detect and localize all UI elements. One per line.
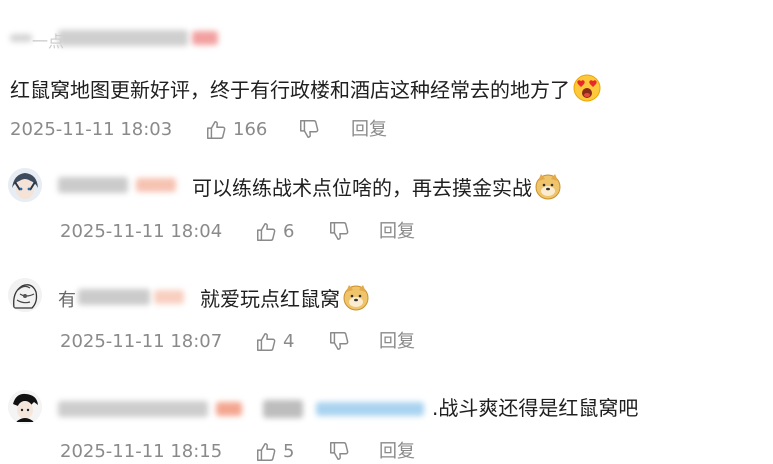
doge-emoji-icon: [342, 283, 370, 318]
thumbs-down-icon: [328, 330, 350, 352]
reply-like-button[interactable]: 6: [255, 220, 294, 244]
reply-body: 可以练练战术点位啥的，再去摸金实战: [192, 172, 562, 207]
thumbs-up-icon: [255, 221, 277, 243]
main-comment-text: 红鼠窝地图更新好评，终于有行政楼和酒店这种经常去的地方了: [10, 78, 570, 102]
reply-body: 就爱玩点红鼠窝: [200, 283, 370, 318]
reply-time: 2025-11-11 18:04: [60, 221, 223, 242]
reply-like-button[interactable]: 5: [255, 440, 294, 464]
reply-dislike-button[interactable]: [328, 220, 350, 242]
main-like-count: 166: [233, 119, 268, 140]
reply-text: 可以练练战术点位啥的，再去摸金实战: [192, 176, 532, 200]
reply-like-count: 4: [283, 331, 295, 352]
avatar[interactable]: [8, 278, 42, 312]
reply-dislike-button[interactable]: [328, 330, 350, 352]
reply-username-prefix: 有: [58, 290, 76, 311]
reply-username[interactable]: [58, 398, 433, 420]
reply-reply-button[interactable]: 回复: [379, 330, 415, 354]
reply-username[interactable]: 有: [58, 286, 188, 311]
thumbs-down-icon: [328, 220, 350, 242]
main-like-button[interactable]: 166: [205, 118, 267, 142]
reply-time: 2025-11-11 18:07: [60, 331, 223, 352]
reply-like-count: 6: [283, 221, 295, 242]
main-comment-meta: 2025-11-11 18:03 166 回复: [10, 118, 410, 142]
reply-meta: 2025-11-11 18:15 5 回复: [60, 440, 440, 464]
doge-emoji-icon: [534, 172, 562, 207]
thumbs-down-icon: [328, 440, 350, 462]
reply-time: 2025-11-11 18:15: [60, 441, 223, 462]
reply-username[interactable]: [58, 174, 178, 196]
avatar[interactable]: [8, 168, 42, 202]
thumbs-up-icon: [255, 441, 277, 463]
reply-text: 就爱玩点红鼠窝: [200, 287, 340, 311]
main-dislike-button[interactable]: [298, 118, 320, 140]
reply-text: .战斗爽还得是红鼠窝吧: [432, 396, 639, 420]
thumbs-up-icon: [205, 119, 227, 141]
reply-dislike-button[interactable]: [328, 440, 350, 462]
main-username[interactable]: 一点: [10, 26, 225, 52]
reply-meta: 2025-11-11 18:04 6 回复: [60, 220, 440, 244]
main-reply-button[interactable]: 回复: [351, 118, 387, 142]
reply-meta: 2025-11-11 18:07 4 回复: [60, 330, 440, 354]
reply-like-button[interactable]: 4: [255, 330, 294, 354]
reply-body: .战斗爽还得是红鼠窝吧: [432, 394, 638, 422]
reply-reply-button[interactable]: 回复: [379, 440, 415, 464]
reply-like-count: 5: [283, 441, 295, 462]
main-comment-body: 红鼠窝地图更新好评，终于有行政楼和酒店这种经常去的地方了: [10, 73, 602, 110]
thumbs-up-icon: [255, 331, 277, 353]
heart-eyes-emoji-icon: [572, 73, 602, 110]
avatar[interactable]: [8, 390, 42, 424]
main-comment-time: 2025-11-11 18:03: [10, 119, 173, 140]
reply-reply-button[interactable]: 回复: [379, 220, 415, 244]
thumbs-down-icon: [298, 118, 320, 140]
